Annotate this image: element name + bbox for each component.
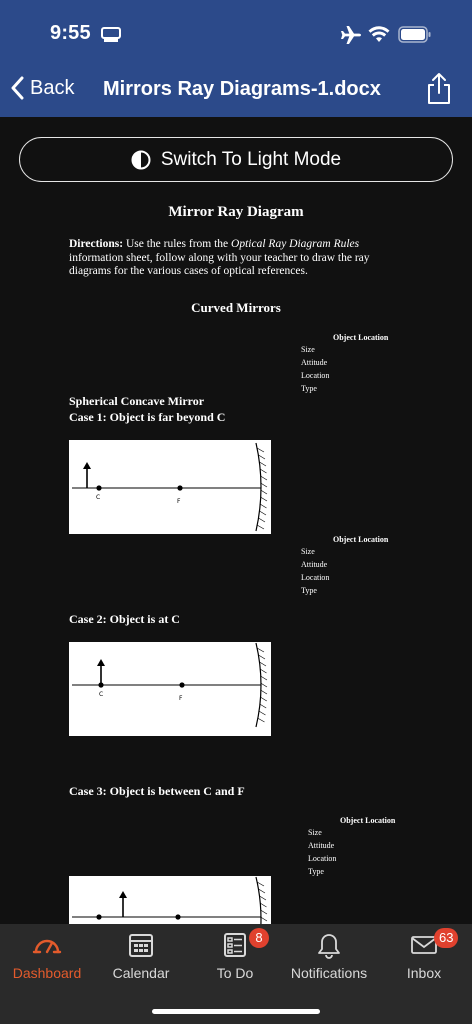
screen-mirroring-icon <box>101 27 121 42</box>
size-label: Size <box>301 345 315 354</box>
object-location-heading: Object Location <box>333 333 389 342</box>
size-label: Size <box>308 828 322 837</box>
case-3-title: Case 3: Object is between C and F <box>69 784 245 798</box>
case-1-heading: Case 1: Object is far beyond C <box>69 410 226 424</box>
back-button[interactable]: Back <box>10 76 74 100</box>
section-heading: Curved Mirrors <box>191 300 281 315</box>
concave-mirror-diagram-1: C F <box>72 442 268 532</box>
calendar-icon <box>129 934 153 957</box>
location-label: Location <box>301 573 330 582</box>
point-c-marker <box>98 682 104 688</box>
point-c-marker <box>96 485 102 491</box>
object-arrowhead <box>97 659 105 666</box>
tab-todo-label: To Do <box>216 965 254 981</box>
object-arrowhead <box>83 462 91 469</box>
mirror-type-heading: Spherical Concave Mirror <box>69 394 205 408</box>
concave-mirror-diagram-3 <box>72 876 268 924</box>
attitude-label: Attitude <box>301 560 328 569</box>
ray-diagram-case-1: C F <box>69 440 271 534</box>
location-label: Location <box>308 854 337 863</box>
tab-dashboard[interactable]: Dashboard <box>0 924 94 994</box>
bell-icon <box>318 934 340 959</box>
wifi-icon <box>368 26 390 42</box>
battery-icon <box>398 26 431 43</box>
type-label: Type <box>301 384 317 393</box>
tab-todo[interactable]: 8 To Do <box>188 924 282 994</box>
airplane-icon <box>341 26 361 44</box>
tab-calendar[interactable]: Calendar <box>94 924 188 994</box>
document-heading: Mirror Ray Diagram <box>168 204 304 220</box>
point-f-label: F <box>179 695 183 702</box>
tab-dashboard-label: Dashboard <box>12 965 82 981</box>
case-1-title: Spherical Concave Mirror Case 1: Object … <box>69 393 225 425</box>
object-arrowhead <box>119 891 127 898</box>
directions-text-2: information sheet, follow along with you… <box>69 251 370 278</box>
inbox-count-badge: 63 <box>434 928 459 948</box>
type-label: Type <box>308 867 324 876</box>
todo-list-icon <box>224 933 246 957</box>
tab-notifications[interactable]: Notifications <box>282 924 376 994</box>
size-label: Size <box>301 547 315 556</box>
app-header: 9:55 Back Mirrors Ray Diagrams-1.docx <box>0 0 472 117</box>
concave-mirror-diagram-2: C F <box>72 642 268 728</box>
todo-count-badge: 8 <box>249 928 269 948</box>
document-viewer[interactable]: Switch To Light Mode Mirror Ray Diagram … <box>0 117 472 924</box>
half-circle-contrast-icon <box>131 150 151 169</box>
switch-light-mode-button[interactable]: Switch To Light Mode <box>19 137 453 182</box>
point-f-marker <box>175 914 181 920</box>
document-title: Mirrors Ray Diagrams-1.docx <box>103 78 381 100</box>
ray-diagram-case-2: C F <box>69 642 271 736</box>
point-c-marker <box>96 914 102 920</box>
switch-light-mode-label: Switch To Light Mode <box>160 148 342 170</box>
nav-bar: Back Mirrors Ray Diagrams-1.docx <box>0 66 472 116</box>
status-bar: 9:55 <box>0 0 472 60</box>
object-location-heading: Object Location <box>340 816 396 825</box>
directions-text-1: Use the rules from the <box>123 238 232 250</box>
directions-label: Directions: <box>69 238 124 250</box>
point-f-marker <box>179 682 185 688</box>
tab-calendar-label: Calendar <box>112 965 170 981</box>
directions-paragraph: Directions: Use the rules from the Optic… <box>69 238 409 279</box>
point-f-marker <box>177 485 183 491</box>
point-f-label: F <box>177 498 181 505</box>
status-time: 9:55 <box>50 22 91 44</box>
share-icon[interactable] <box>426 72 452 106</box>
chevron-left-icon <box>11 76 24 100</box>
attitude-label: Attitude <box>308 841 335 850</box>
point-c-label: C <box>99 691 103 698</box>
directions-sheet-name: Optical Ray Diagram Rules <box>231 238 360 250</box>
tab-inbox[interactable]: 63 Inbox <box>377 924 471 994</box>
tab-inbox-label: Inbox <box>406 965 442 981</box>
ray-diagram-case-3 <box>69 876 271 924</box>
object-location-heading: Object Location <box>333 535 389 544</box>
tab-notifications-label: Notifications <box>290 965 368 981</box>
location-label: Location <box>301 371 330 380</box>
home-indicator <box>152 1009 320 1014</box>
type-label: Type <box>301 586 317 595</box>
dashboard-gauge-icon <box>32 939 62 954</box>
case-2-title: Case 2: Object is at C <box>69 612 180 626</box>
point-c-label: C <box>96 494 100 501</box>
back-label: Back <box>30 76 75 99</box>
attitude-label: Attitude <box>301 358 328 367</box>
